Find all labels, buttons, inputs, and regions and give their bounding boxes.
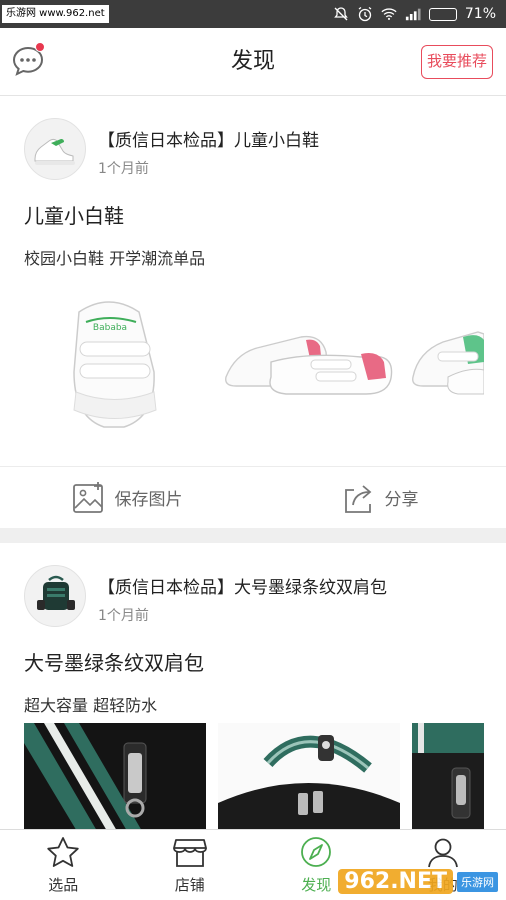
- post-time: 1个月前: [98, 161, 149, 177]
- post-subtitle: 超大容量 超轻防水: [24, 696, 158, 715]
- watermark-top: 乐游网 www.962.net: [2, 5, 109, 23]
- image-save-icon: [72, 481, 103, 513]
- post-headline: 儿童小白鞋: [24, 204, 124, 228]
- tab-label: 店铺: [174, 875, 205, 894]
- shoe-brand-text: Bababa: [93, 323, 127, 333]
- star-icon: [47, 836, 79, 867]
- post-actions: 保存图片 分享: [0, 466, 506, 528]
- product-image[interactable]: [216, 282, 396, 442]
- status-icons: 71%: [333, 6, 496, 22]
- post-card[interactable]: 【质信日本检品】大号墨绿条纹双肩包 1个月前 大号墨绿条纹双肩包 超大容量 超轻…: [0, 543, 506, 829]
- bottom-tab-bar: 选品 店铺 发现 我的 962.NET 乐游网: [0, 829, 506, 900]
- watermark-bottom: 962.NET 乐游网: [338, 869, 498, 894]
- post-time: 1个月前: [98, 608, 149, 624]
- post-title[interactable]: 【质信日本检品】大号墨绿条纹双肩包: [98, 573, 387, 598]
- user-icon: [427, 838, 458, 867]
- compass-icon: [301, 836, 332, 867]
- product-image[interactable]: Bababa: [24, 282, 204, 442]
- post-card[interactable]: 【质信日本检品】儿童小白鞋 1个月前 儿童小白鞋 校园小白鞋 开学潮流单品 Ba…: [0, 96, 506, 528]
- share-label: 分享: [384, 490, 419, 510]
- post-title[interactable]: 【质信日本检品】儿童小白鞋: [98, 126, 319, 151]
- product-image[interactable]: [218, 723, 400, 829]
- save-image-button[interactable]: 保存图片: [0, 467, 253, 528]
- unread-dot: [35, 42, 45, 52]
- mute-icon: [333, 6, 349, 22]
- save-image-label: 保存图片: [114, 490, 183, 510]
- recommend-button[interactable]: 我要推荐: [420, 45, 493, 79]
- share-icon: [344, 484, 371, 513]
- product-image[interactable]: [412, 723, 484, 829]
- tab-shop[interactable]: 店铺: [127, 830, 254, 900]
- product-image[interactable]: [408, 282, 484, 442]
- alarm-icon: [357, 6, 373, 22]
- header: 发现 我要推荐: [0, 28, 506, 96]
- message-button[interactable]: [10, 42, 46, 79]
- avatar[interactable]: [24, 118, 86, 180]
- post-subtitle: 校园小白鞋 开学潮流单品: [24, 249, 206, 268]
- shop-icon: [172, 838, 207, 867]
- feed[interactable]: 【质信日本检品】儿童小白鞋 1个月前 儿童小白鞋 校园小白鞋 开学潮流单品 Ba…: [0, 96, 506, 829]
- share-button[interactable]: 分享: [253, 467, 506, 528]
- product-image[interactable]: [24, 723, 206, 829]
- post-headline: 大号墨绿条纹双肩包: [24, 651, 204, 675]
- image-row: Bababa: [24, 282, 484, 442]
- watermark-logo: 962.NET: [338, 869, 453, 894]
- tab-label: 发现: [301, 875, 332, 894]
- wifi-icon: [381, 6, 397, 22]
- battery-percent: 71%: [464, 6, 496, 22]
- avatar[interactable]: [24, 565, 86, 627]
- image-row: [24, 723, 484, 829]
- status-bar: 乐游网 www.962.net 71%: [0, 0, 506, 28]
- tab-label: 选品: [48, 875, 79, 894]
- signal-icon: [405, 6, 421, 22]
- app-root: 乐游网 www.962.net 71% 发现 我要推荐 【质信日本检品】儿童小白…: [0, 0, 506, 900]
- watermark-sub: 乐游网: [457, 871, 498, 892]
- battery-icon: [428, 7, 457, 21]
- tab-selection[interactable]: 选品: [0, 830, 127, 900]
